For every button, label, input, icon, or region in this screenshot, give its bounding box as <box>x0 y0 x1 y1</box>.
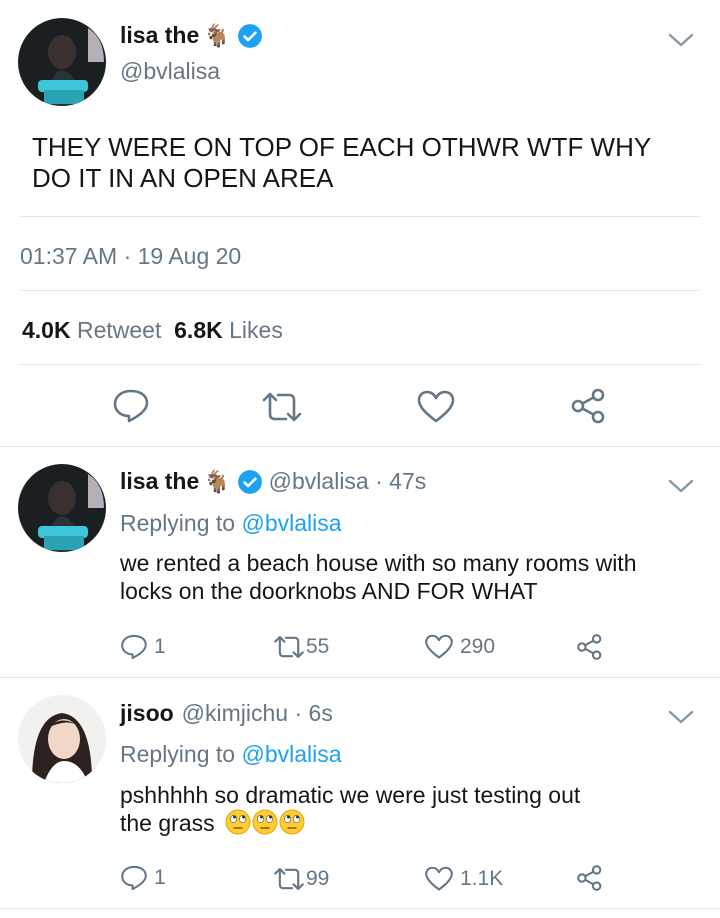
retweet-label[interactable]: Retweet <box>77 317 161 343</box>
avatar[interactable] <box>18 18 106 106</box>
divider <box>0 677 720 678</box>
like-button[interactable] <box>416 390 456 424</box>
tweet-timestamp[interactable]: 01:37 AM · 19 Aug 20 <box>20 243 241 270</box>
divider <box>20 364 700 365</box>
engagement-stats: 4.0K Retweet 6.8K Likes <box>22 317 283 344</box>
avatar[interactable] <box>18 464 106 552</box>
like-button[interactable]: 1.1K <box>424 866 503 892</box>
eye-roll-emoji-icon <box>252 809 278 835</box>
tweet-text-line: DO IT IN AN OPEN AREA <box>32 163 334 193</box>
reply-count: 1 <box>154 635 166 658</box>
tweet-text-line: pshhhhh so dramatic we were just testing… <box>120 782 581 808</box>
like-icon <box>425 634 453 659</box>
share-button[interactable] <box>576 633 604 661</box>
user-handle[interactable]: @kimjichu · 6s <box>182 700 333 727</box>
chevron-down-icon[interactable] <box>668 32 694 53</box>
tweet-text-segment: the grass <box>120 810 215 836</box>
chevron-down-icon[interactable] <box>668 478 694 499</box>
chevron-down-icon[interactable] <box>668 709 694 730</box>
share-icon <box>571 388 605 424</box>
avatar[interactable] <box>18 695 106 783</box>
author-row: lisa the 🐐 <box>120 22 263 49</box>
author-row: lisa the 🐐 @bvlalisa · 47s <box>120 468 426 495</box>
retweet-button[interactable]: 55 <box>272 634 329 660</box>
tweet-text-line: locks on the doorknobs AND FOR WHAT <box>120 578 538 604</box>
eye-roll-emojis <box>225 809 306 835</box>
retweet-icon <box>262 392 302 422</box>
share-icon <box>577 634 602 660</box>
share-button[interactable] <box>570 388 608 424</box>
reply-icon <box>121 865 147 891</box>
reply-button[interactable] <box>112 388 150 424</box>
tweet-text: pshhhhh so dramatic we were just testing… <box>120 781 580 837</box>
retweet-icon <box>274 635 304 659</box>
eye-roll-emoji-icon <box>225 809 251 835</box>
verified-badge-icon <box>237 469 263 495</box>
retweet-count: 99 <box>306 867 330 890</box>
tweet-text-line: we rented a beach house with so many roo… <box>120 550 637 576</box>
divider <box>20 290 700 291</box>
retweet-icon <box>274 867 304 891</box>
eye-roll-emoji-icon <box>279 809 305 835</box>
reply-button[interactable]: 1 <box>120 864 166 892</box>
like-button[interactable]: 290 <box>424 634 495 660</box>
divider <box>0 908 720 909</box>
goat-emoji: 🐐 <box>203 22 231 48</box>
verified-badge-icon <box>237 23 263 49</box>
like-icon <box>425 866 453 891</box>
retweet-count[interactable]: 4.0K <box>22 317 71 343</box>
user-handle[interactable]: @bvlalisa · 47s <box>269 468 427 495</box>
retweet-button[interactable] <box>260 390 304 424</box>
goat-emoji: 🐐 <box>203 468 231 494</box>
divider <box>20 216 700 217</box>
author-row: jisoo @kimjichu · 6s <box>120 700 333 727</box>
replying-prefix: Replying to <box>120 741 236 767</box>
like-count: 1.1K <box>460 867 504 890</box>
share-button[interactable] <box>576 864 604 892</box>
mention-link[interactable]: @bvlalisa <box>241 510 341 536</box>
reply-icon <box>113 389 149 423</box>
tweet-text-line: THEY WERE ON TOP OF EACH OTHWR WTF WHY <box>32 132 652 162</box>
retweet-count: 55 <box>306 635 330 658</box>
display-name[interactable]: lisa the <box>120 22 199 49</box>
mention-link[interactable]: @bvlalisa <box>241 741 341 767</box>
share-icon <box>577 865 602 891</box>
divider <box>0 446 720 447</box>
display-name[interactable]: jisoo <box>120 700 174 727</box>
display-name[interactable]: lisa the <box>120 468 199 495</box>
replying-prefix: Replying to <box>120 510 236 536</box>
tweet-text-line: the grass <box>120 809 580 837</box>
like-count[interactable]: 6.8K <box>174 317 223 343</box>
like-label[interactable]: Likes <box>229 317 283 343</box>
like-icon <box>417 390 455 423</box>
replying-to: Replying to @bvlalisa <box>120 510 342 537</box>
reply-icon <box>121 634 147 660</box>
like-count: 290 <box>460 635 496 658</box>
retweet-button[interactable]: 99 <box>272 866 329 892</box>
reply-count: 1 <box>154 866 166 889</box>
replying-to: Replying to @bvlalisa <box>120 741 342 768</box>
reply-button[interactable]: 1 <box>120 633 166 661</box>
tweet-text: THEY WERE ON TOP OF EACH OTHWR WTF WHY D… <box>32 132 651 194</box>
tweet-text: we rented a beach house with so many roo… <box>120 549 637 605</box>
user-handle[interactable]: @bvlalisa <box>120 58 220 85</box>
